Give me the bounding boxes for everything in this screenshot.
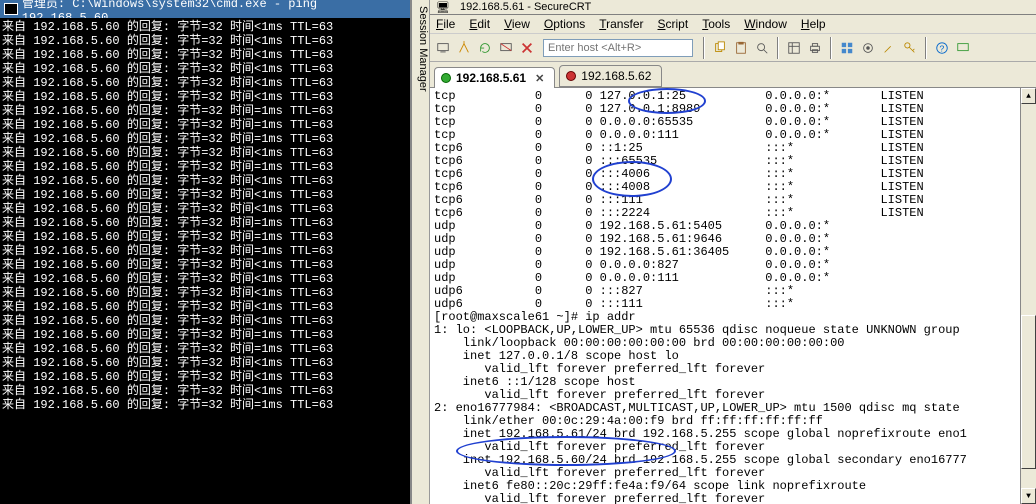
menu-bar: File Edit View Options Transfer Script Tools Wi… xyxy=(430,15,1036,34)
disconnected-icon xyxy=(566,71,576,81)
tab-192-168-5-61[interactable]: 192.168.5.61 ✕ xyxy=(434,67,555,88)
menu-edit[interactable]: Edit xyxy=(469,17,490,31)
print-icon[interactable] xyxy=(806,39,824,57)
host-input[interactable] xyxy=(543,39,693,57)
help-icon[interactable]: ? xyxy=(933,39,951,57)
tools-icon[interactable] xyxy=(880,39,898,57)
copy-icon[interactable] xyxy=(711,39,729,57)
tab-192-168-5-62[interactable]: 192.168.5.62 xyxy=(559,65,662,87)
paste-icon[interactable] xyxy=(732,39,750,57)
terminal-output[interactable]: tcp 0 0 127.0.0.1:25 0.0.0.0:* LISTEN tc… xyxy=(430,88,1020,504)
menu-transfer[interactable]: Transfer xyxy=(599,17,643,31)
menu-file[interactable]: File xyxy=(436,17,455,31)
scroll-thumb[interactable] xyxy=(1021,315,1036,469)
cmd-output[interactable]: 来自 192.168.5.60 的回复: 字节=32 时间<1ms TTL=63… xyxy=(0,18,410,504)
disconnect-icon[interactable] xyxy=(497,39,515,57)
cmd-window: 管理员: C:\Windows\system32\cmd.exe - ping … xyxy=(0,0,412,504)
app-icon: 🖥 xyxy=(436,1,450,14)
quick-connect-icon[interactable] xyxy=(455,39,473,57)
session-manager-panel[interactable]: Session Manager xyxy=(412,0,430,504)
securecrt-window: Session Manager 🖥 192.168.5.61 - SecureC… xyxy=(412,0,1036,504)
tab-label: 192.168.5.61 xyxy=(456,71,526,85)
menu-window[interactable]: Window xyxy=(744,17,787,31)
close-icon[interactable]: ✕ xyxy=(535,72,544,85)
about-icon[interactable] xyxy=(954,39,972,57)
tab-label: 192.168.5.62 xyxy=(581,69,651,83)
sessions-icon[interactable] xyxy=(838,39,856,57)
connected-icon xyxy=(441,73,451,83)
connect-icon[interactable] xyxy=(434,39,452,57)
reconnect-icon[interactable] xyxy=(476,39,494,57)
session-manager-label: Session Manager xyxy=(417,6,429,92)
securecrt-title-text: 192.168.5.61 - SecureCRT xyxy=(460,1,591,13)
cancel-icon[interactable] xyxy=(518,39,536,57)
find-icon[interactable] xyxy=(753,39,771,57)
securecrt-titlebar[interactable]: 🖥 192.168.5.61 - SecureCRT xyxy=(430,0,1036,15)
svg-text:?: ? xyxy=(939,44,944,54)
key-icon[interactable] xyxy=(901,39,919,57)
properties-icon[interactable] xyxy=(785,39,803,57)
menu-view[interactable]: View xyxy=(504,17,530,31)
menu-options[interactable]: Options xyxy=(544,17,585,31)
menu-tools[interactable]: Tools xyxy=(702,17,730,31)
cmd-icon xyxy=(4,3,18,15)
vertical-scrollbar[interactable]: ▲ ▼ xyxy=(1020,88,1036,504)
scroll-down-icon[interactable]: ▼ xyxy=(1021,488,1036,504)
cmd-titlebar[interactable]: 管理员: C:\Windows\system32\cmd.exe - ping … xyxy=(0,0,410,18)
menu-script[interactable]: Script xyxy=(658,17,689,31)
scroll-track[interactable] xyxy=(1021,104,1036,488)
options-icon[interactable] xyxy=(859,39,877,57)
menu-help[interactable]: Help xyxy=(801,17,826,31)
scroll-up-icon[interactable]: ▲ xyxy=(1021,88,1036,104)
session-tabs: 192.168.5.61 ✕ 192.168.5.62 xyxy=(430,62,1036,88)
toolbar: ? xyxy=(430,34,1036,62)
